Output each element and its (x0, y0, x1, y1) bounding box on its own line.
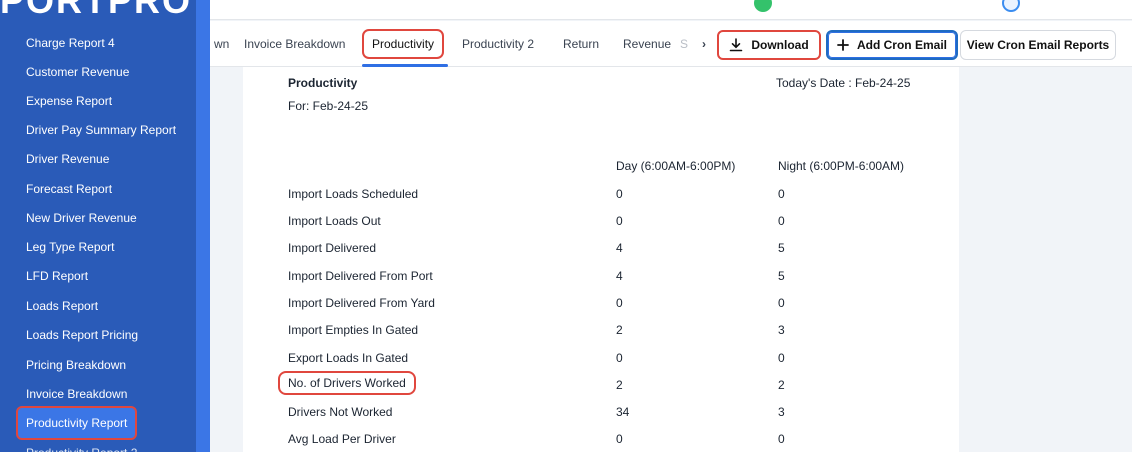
sidebar-item-expense-report[interactable]: Expense Report (16, 88, 122, 114)
sidebar-item-productivity-report-2[interactable]: Productivity Report 2 (16, 440, 147, 452)
report-tabs: wn Invoice Breakdown Productivity Produc… (210, 21, 1132, 67)
tab-productivity-label: Productivity (362, 29, 445, 59)
sidebar-item-charge-report-4[interactable]: Charge Report 4 (16, 30, 125, 56)
tab-invoice-breakdown[interactable]: Invoice Breakdown (244, 21, 345, 67)
tab-productivity-2[interactable]: Productivity 2 (462, 21, 534, 67)
column-header-night: Night (6:00PM-6:00AM) (778, 159, 905, 173)
row-night-value: 2 (778, 378, 785, 392)
row-night-value: 0 (778, 187, 785, 201)
report-title: Productivity (288, 76, 358, 90)
sidebar: PORTPRO Charge Report 4 Customer Revenue… (0, 0, 210, 452)
report-for-date: For: Feb-24-25 (288, 99, 369, 113)
sidebar-item-customer-revenue[interactable]: Customer Revenue (16, 59, 139, 85)
add-cron-email-label: Add Cron Email (856, 38, 947, 52)
sidebar-item-lfd-report[interactable]: LFD Report (16, 263, 98, 289)
tab-return[interactable]: Return (563, 21, 599, 67)
sidebar-item-invoice-breakdown[interactable]: Invoice Breakdown (16, 381, 137, 407)
row-day-value: 2 (616, 378, 623, 392)
row-day-value: 0 (616, 214, 623, 228)
row-label: Drivers Not Worked (288, 405, 393, 419)
sidebar-item-leg-type-report[interactable]: Leg Type Report (16, 234, 125, 260)
sidebar-scrollbar[interactable] (196, 0, 210, 452)
productivity-report-card: Productivity For: Feb-24-25 Today's Date… (243, 67, 959, 452)
chevron-right-icon[interactable]: › (702, 21, 706, 67)
row-day-value: 2 (616, 323, 623, 337)
row-label: Export Loads In Gated (288, 351, 409, 365)
row-night-value: 0 (778, 432, 785, 446)
tab-truncated[interactable]: S (680, 21, 688, 67)
top-header (210, 0, 1132, 20)
user-avatar-icon[interactable] (1002, 0, 1020, 12)
download-icon (730, 38, 743, 52)
plus-icon (837, 39, 849, 51)
row-night-value: 5 (778, 241, 785, 255)
sidebar-item-pricing-breakdown[interactable]: Pricing Breakdown (16, 352, 136, 378)
row-night-value: 0 (778, 351, 785, 365)
app-logo: PORTPRO (0, 0, 193, 21)
status-online-icon (754, 0, 772, 12)
sidebar-item-new-driver-revenue[interactable]: New Driver Revenue (16, 205, 147, 231)
row-night-value: 0 (778, 214, 785, 228)
row-day-value: 4 (616, 241, 623, 255)
row-label: Import Delivered (288, 241, 377, 255)
tab-productivity[interactable]: Productivity (362, 21, 445, 67)
row-day-value: 0 (616, 432, 623, 446)
row-day-value: 4 (616, 269, 623, 283)
row-label: Avg Load Per Driver (288, 432, 396, 446)
row-night-value: 3 (778, 323, 785, 337)
todays-date: Today's Date : Feb-24-25 (776, 76, 911, 90)
sidebar-item-loads-report[interactable]: Loads Report (16, 293, 108, 319)
row-day-value: 0 (616, 296, 623, 310)
row-day-value: 34 (616, 405, 630, 419)
row-day-value: 0 (616, 187, 623, 201)
row-label: Import Loads Scheduled (288, 187, 419, 201)
row-night-value: 5 (778, 269, 785, 283)
row-label: Import Loads Out (288, 214, 381, 228)
row-night-value: 0 (778, 296, 785, 310)
row-day-value: 0 (616, 351, 623, 365)
sidebar-item-driver-revenue[interactable]: Driver Revenue (16, 146, 119, 172)
row-label: Import Empties In Gated (288, 323, 419, 337)
row-label-drivers-worked: No. of Drivers Worked (278, 371, 416, 395)
tab-revenue[interactable]: Revenue (623, 21, 671, 67)
add-cron-email-button[interactable]: Add Cron Email (826, 30, 958, 60)
column-header-day: Day (6:00AM-6:00PM) (616, 159, 736, 173)
sidebar-item-driver-pay-summary[interactable]: Driver Pay Summary Report (16, 117, 186, 143)
sidebar-item-loads-report-pricing[interactable]: Loads Report Pricing (16, 322, 148, 348)
download-label: Download (751, 38, 809, 52)
tab-pricing-breakdown[interactable]: wn (214, 21, 229, 67)
sidebar-item-productivity-report[interactable]: Productivity Report (16, 406, 138, 440)
row-label: Import Delivered From Yard (288, 296, 435, 310)
view-cron-email-reports-button[interactable]: View Cron Email Reports (960, 30, 1116, 60)
row-label: Import Delivered From Port (288, 269, 433, 283)
sidebar-item-forecast-report[interactable]: Forecast Report (16, 176, 122, 202)
view-cron-email-reports-label: View Cron Email Reports (966, 38, 1110, 52)
download-button[interactable]: Download (717, 30, 821, 60)
row-night-value: 3 (778, 405, 785, 419)
